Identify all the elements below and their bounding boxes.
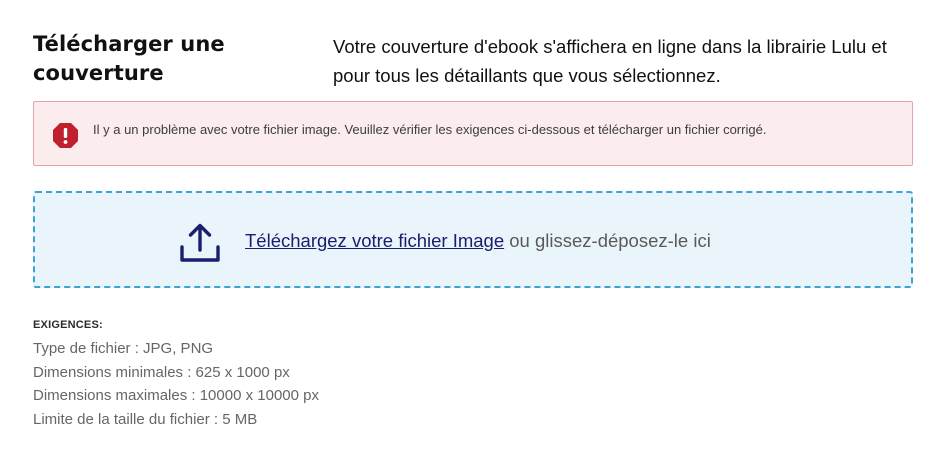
requirement-max-dimensions: Dimensions maximales : 10000 x 10000 px xyxy=(33,387,319,404)
requirement-min-dimensions: Dimensions minimales : 625 x 1000 px xyxy=(33,363,290,381)
error-octagon-icon xyxy=(52,122,79,149)
requirements-heading: EXIGENCES: xyxy=(33,319,103,331)
drag-drop-hint: ou glissez-déposez-le ici xyxy=(504,230,711,251)
alert-message: Il y a un problème avec votre fichier im… xyxy=(93,122,767,137)
section-description: Votre couverture d'ebook s'affichera en … xyxy=(333,36,887,86)
section-title: Télécharger une couverture xyxy=(33,32,225,85)
requirement-file-type: Type de fichier : JPG, PNG xyxy=(33,340,214,357)
file-dropzone[interactable]: Téléchargez votre fichier Image ou gliss… xyxy=(33,191,913,288)
requirement-file-size: Limite de la taille du fichier : 5 MB xyxy=(33,410,258,428)
dropzone-text: Téléchargez votre fichier Image ou gliss… xyxy=(245,229,711,253)
requirements-section: EXIGENCES: Type de fichier : JPG, PNG Di… xyxy=(33,318,633,431)
upload-file-link[interactable]: Téléchargez votre fichier Image xyxy=(245,230,504,251)
error-alert: Il y a un problème avec votre fichier im… xyxy=(33,101,913,166)
upload-icon[interactable] xyxy=(178,220,222,264)
